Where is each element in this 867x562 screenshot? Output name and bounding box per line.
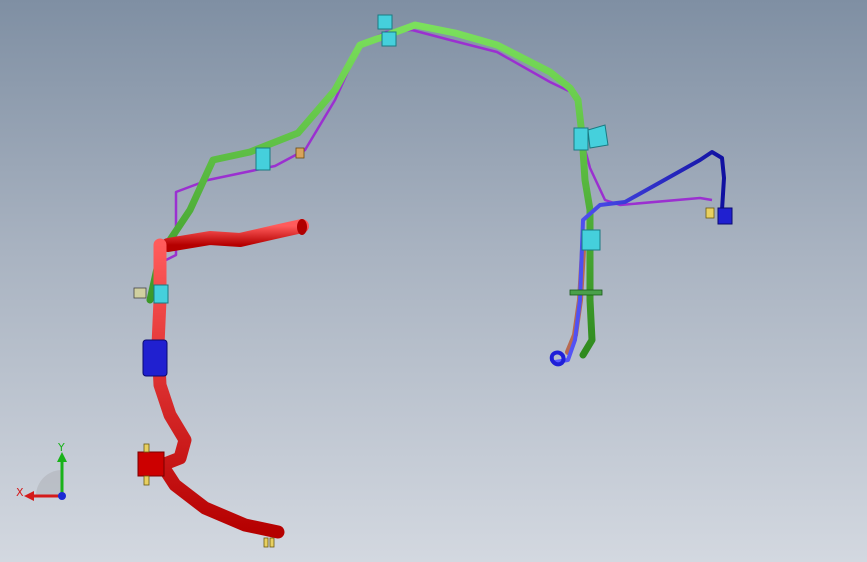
hose-end-pin [263, 537, 269, 548]
pipe-clip-4 [381, 31, 397, 47]
x-axis-arrow [24, 491, 34, 501]
purple-end-fitting [705, 207, 715, 219]
red-hose-main [151, 238, 285, 539]
bracket-clip-6 [587, 124, 609, 149]
clamp-horizontal [569, 289, 603, 296]
blue-line-end-loop [549, 350, 566, 367]
triad-arc-shading [36, 470, 62, 496]
red-hose-connector [137, 451, 165, 477]
red-hose-end-fitting [297, 219, 307, 235]
pipe-clip-7 [581, 229, 601, 251]
axis-triad [24, 452, 67, 501]
z-axis-dot [58, 492, 66, 500]
fitting-upper-mid [295, 147, 305, 159]
pipe-assembly-model[interactable] [0, 0, 867, 562]
pipe-clip-1 [153, 284, 169, 304]
pipe-clip-5 [573, 127, 589, 151]
triad-y-label: Y [58, 441, 65, 454]
triad-x-label: X [16, 486, 24, 499]
green-coolant-pipe [146, 21, 596, 359]
purple-brake-line [148, 28, 713, 301]
small-bracket-left [133, 287, 147, 299]
hose-end-pin-2 [269, 537, 275, 548]
blue-canister-block [142, 339, 168, 377]
blue-fuel-line [553, 150, 726, 364]
red-hose-upper-branch [161, 219, 309, 252]
cad-3d-viewport[interactable]: X Y [0, 0, 867, 562]
pipe-clip-2 [255, 147, 271, 171]
blue-end-connector [717, 207, 733, 225]
pipe-clip-3 [377, 14, 393, 30]
connector-pin-bottom [143, 475, 150, 486]
connector-pin-top [143, 443, 150, 453]
